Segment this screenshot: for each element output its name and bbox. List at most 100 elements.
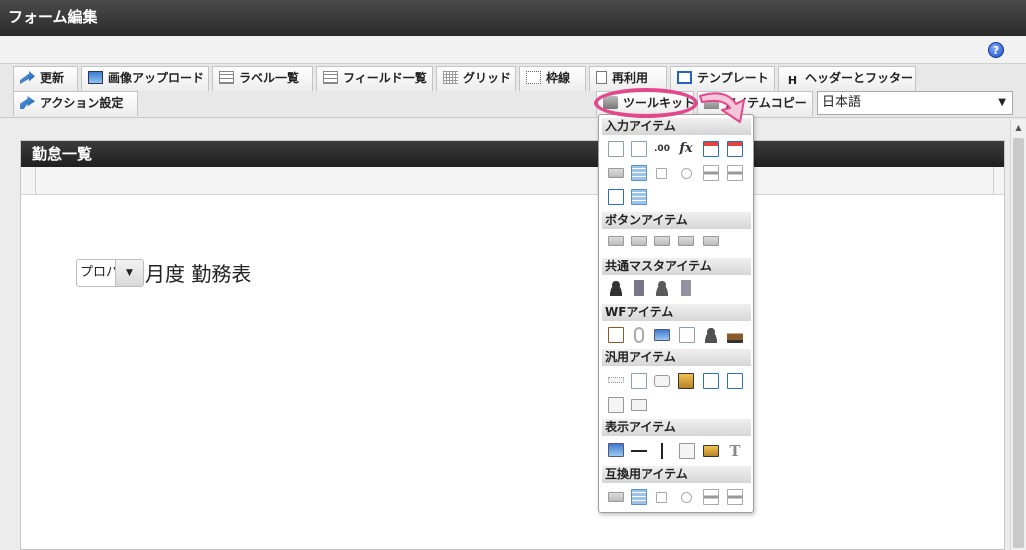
frame-line-icon	[526, 71, 541, 84]
card-icon[interactable]	[631, 399, 647, 411]
file-upload-icon[interactable]	[608, 189, 624, 205]
annotation-arrow-icon	[699, 92, 745, 123]
checkbox-icon[interactable]	[656, 168, 667, 179]
table-icon[interactable]	[727, 489, 743, 505]
section-general-items: 汎用アイテム	[602, 349, 751, 366]
table-icon[interactable]	[727, 165, 743, 181]
column-divider	[35, 167, 36, 195]
field-list-icon	[323, 71, 338, 84]
formula-icon[interactable]: fx	[678, 141, 694, 157]
upload-icon[interactable]	[703, 373, 719, 389]
frame-line-label: 枠線	[546, 71, 571, 85]
action-settings-label: アクション設定	[40, 96, 124, 110]
employee-type-select[interactable]: プロパ ▼	[76, 259, 144, 287]
sheet-icon[interactable]	[631, 189, 647, 205]
section-display-items: 表示アイテム	[602, 419, 751, 436]
stamp-icon[interactable]	[727, 327, 743, 343]
language-value: 日本語	[822, 95, 862, 110]
submit-button-icon[interactable]	[608, 236, 624, 246]
toolkit-panel: 入力アイテム .00 fx ボタンアイテム 共通マスタアイテム WFアイテム 汎…	[598, 114, 754, 513]
text-area-icon[interactable]	[631, 141, 647, 157]
grid-table-icon[interactable]	[631, 165, 647, 181]
template-label: テンプレート	[697, 71, 769, 85]
update-label: 更新	[40, 71, 65, 85]
section-compat-items: 互換用アイテム	[602, 466, 751, 483]
scroll-up-icon[interactable]: ▲	[1011, 120, 1026, 136]
select-icon[interactable]	[608, 168, 624, 178]
grid-icon	[443, 71, 458, 84]
radio-icon[interactable]	[681, 168, 692, 179]
scroll-thumb[interactable]	[1013, 138, 1024, 548]
field-list-label: フィールド一覧	[343, 71, 427, 85]
section-master-items: 共通マスタアイテム	[602, 258, 751, 275]
back-button-icon[interactable]	[654, 236, 670, 246]
separator-icon[interactable]	[608, 377, 624, 383]
prev-button-icon[interactable]	[678, 236, 694, 246]
grid-label: グリッド	[463, 71, 512, 85]
box-icon[interactable]	[679, 443, 695, 459]
search-icon[interactable]	[678, 373, 694, 389]
frame-line-button[interactable]: 枠線	[519, 66, 586, 91]
company-icon[interactable]	[631, 280, 647, 296]
image-upload-button[interactable]: 画像アップロード	[81, 66, 209, 91]
grid-button[interactable]: グリッド	[436, 66, 516, 91]
image-icon[interactable]	[654, 329, 670, 341]
template-icon	[677, 71, 692, 84]
vertical-line-icon[interactable]	[654, 443, 670, 459]
vertical-scrollbar[interactable]: ▲	[1010, 120, 1026, 550]
section-wf-items: WFアイテム	[602, 304, 751, 321]
action-settings-button[interactable]: アクション設定	[13, 91, 138, 116]
header-footer-label: ヘッダーとフッター	[805, 71, 914, 85]
header-footer-button[interactable]: H ヘッダーとフッター	[778, 66, 916, 91]
approval-icon[interactable]	[608, 327, 624, 343]
horizontal-line-icon[interactable]	[631, 443, 647, 459]
label-list-button[interactable]: ラベル一覧	[212, 66, 313, 91]
reuse-icon	[596, 71, 607, 84]
next-button-icon[interactable]	[631, 236, 647, 246]
column-divider	[993, 167, 994, 195]
field-list-button[interactable]: フィールド一覧	[316, 66, 433, 91]
language-select[interactable]: 日本語 ▼	[817, 91, 1013, 115]
user-icon[interactable]	[608, 280, 624, 296]
attachment-icon[interactable]	[634, 327, 644, 343]
list-box-icon[interactable]	[703, 489, 719, 505]
form-header-title: 勤怠一覧	[21, 141, 1004, 167]
highlight-ring	[594, 88, 698, 118]
action-settings-icon	[20, 96, 35, 109]
history-icon[interactable]	[679, 327, 695, 343]
update-button[interactable]: 更新	[13, 66, 78, 91]
chevron-down-icon: ▼	[998, 97, 1006, 108]
date-picker-icon[interactable]	[703, 141, 719, 157]
employee-type-value: プロパ	[80, 265, 120, 280]
document-icon[interactable]	[631, 373, 647, 389]
text-field-icon[interactable]	[608, 141, 624, 157]
list-box-icon[interactable]	[703, 165, 719, 181]
radio-icon[interactable]	[681, 492, 692, 503]
text-icon[interactable]: T	[727, 443, 743, 459]
label-list-label: ラベル一覧	[239, 71, 300, 85]
dept-icon[interactable]	[678, 280, 694, 296]
download-icon[interactable]	[727, 373, 743, 389]
section-button-items: ボタンアイテム	[602, 212, 751, 229]
image-upload-icon	[88, 71, 103, 84]
number-field-icon[interactable]: .00	[654, 141, 670, 157]
label-icon[interactable]	[608, 443, 624, 457]
form-panel: 勤怠一覧 プロパ ▼ 月度 勤務表	[20, 140, 1005, 550]
grid-table-icon[interactable]	[631, 489, 647, 505]
camera-icon[interactable]	[654, 375, 670, 387]
org-user-icon[interactable]	[654, 280, 670, 296]
process-icon[interactable]	[703, 327, 719, 343]
form-subheader	[21, 167, 1004, 195]
reuse-label: 再利用	[612, 71, 649, 85]
toolbar: 更新 画像アップロード ラベル一覧 フィールド一覧 グリッド 枠線 再利用 テン…	[0, 64, 1026, 118]
datetime-picker-icon[interactable]	[727, 141, 743, 157]
panel-icon[interactable]	[608, 397, 624, 413]
sub-bar: ?	[0, 36, 1026, 64]
help-icon[interactable]: ?	[988, 42, 1004, 58]
chevron-down-icon[interactable]: ▼	[115, 260, 143, 286]
forward-button-icon[interactable]	[703, 236, 719, 246]
select-icon[interactable]	[608, 492, 624, 502]
picture-icon[interactable]	[703, 445, 719, 457]
checkbox-icon[interactable]	[656, 492, 667, 503]
header-footer-icon: H	[787, 74, 798, 87]
